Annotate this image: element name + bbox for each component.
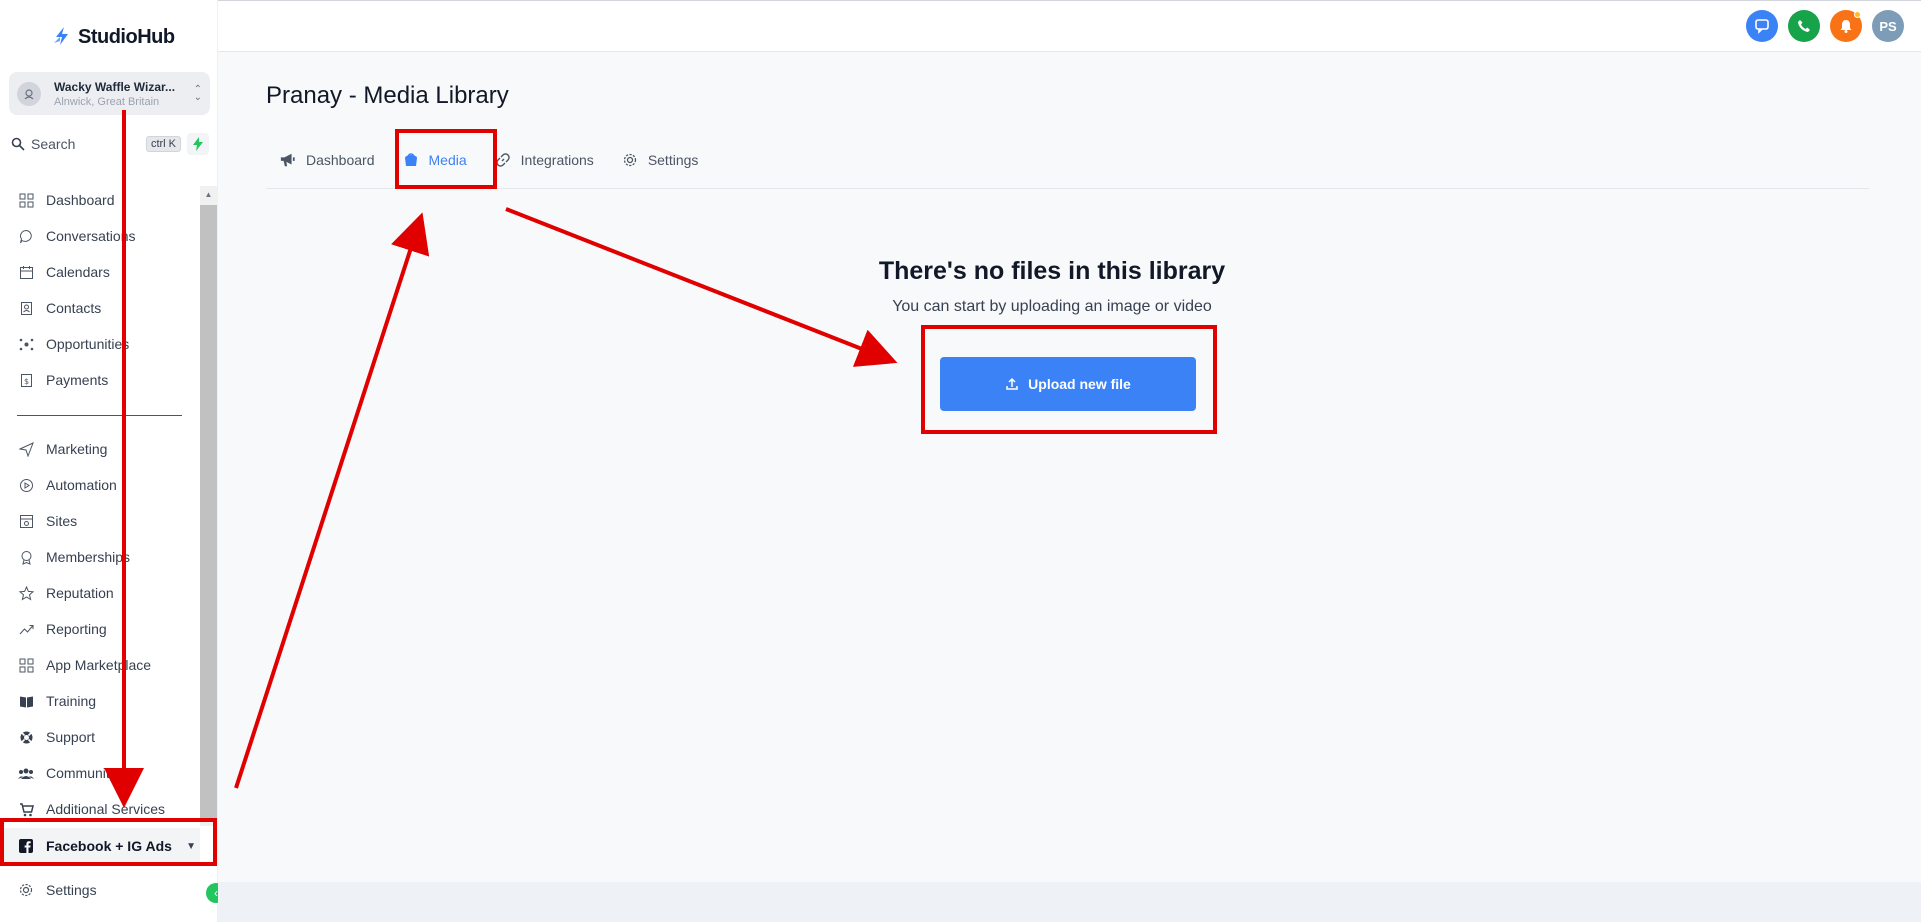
megaphone-icon: [280, 152, 296, 168]
sidebar-scrollbar-thumb[interactable]: [200, 205, 217, 820]
lifebuoy-icon: [18, 729, 34, 745]
empty-state-title: There's no files in this library: [878, 257, 1226, 285]
send-icon: [18, 441, 34, 457]
automation-icon: [18, 477, 34, 493]
brand-logo[interactable]: StudioHub: [52, 22, 175, 52]
link-icon: [495, 152, 511, 168]
main-content: Pranay - Media Library Dashboard Media I…: [218, 52, 1921, 882]
bolt-icon: [193, 137, 203, 151]
upload-new-file-button[interactable]: Upload new file: [940, 357, 1196, 411]
caret-down-icon: ▼: [186, 840, 196, 852]
tab-media[interactable]: Media: [389, 132, 481, 189]
contacts-icon: [18, 300, 34, 316]
location-name: Wacky Waffle Wizar...: [54, 79, 176, 94]
search-bar[interactable]: Search ctrl K: [11, 131, 209, 157]
sidebar-item-community[interactable]: Community: [0, 755, 200, 791]
phone-icon: [1798, 20, 1810, 32]
search-icon: [11, 137, 25, 151]
upload-icon: [1006, 377, 1018, 390]
user-avatar[interactable]: PS: [1872, 10, 1904, 42]
location-switcher[interactable]: Wacky Waffle Wizar... Alnwick, Great Bri…: [9, 72, 210, 115]
sidebar-item-sites[interactable]: Sites: [0, 503, 200, 539]
message-icon: [1755, 19, 1769, 34]
sidebar-nav-top: Dashboard Conversations Calendars Contac…: [0, 182, 200, 398]
sidebar-item-conversations[interactable]: Conversations: [0, 218, 200, 254]
book-icon: [18, 693, 34, 709]
grid-icon: [18, 192, 34, 208]
sidebar-item-contacts[interactable]: Contacts: [0, 290, 200, 326]
sidebar-item-automation[interactable]: Automation: [0, 467, 200, 503]
phone-button[interactable]: [1788, 10, 1820, 42]
brand-name: StudioHub: [78, 25, 175, 48]
sidebar-item-facebook-ig-ads[interactable]: Facebook + IG Ads ▼: [0, 828, 200, 864]
sidebar-item-calendars[interactable]: Calendars: [0, 254, 200, 290]
sidebar-divider: [17, 415, 182, 416]
sidebar-item-training[interactable]: Training: [0, 683, 200, 719]
sidebar-item-dashboard[interactable]: Dashboard: [0, 182, 200, 218]
location-avatar: [17, 81, 41, 106]
gear-icon: [622, 152, 638, 168]
empty-state-subtitle: You can start by uploading an image or v…: [892, 298, 1212, 315]
empty-state: There's no files in this library You can…: [868, 257, 1236, 316]
sidebar-item-reputation[interactable]: Reputation: [0, 575, 200, 611]
location-pin-icon: [24, 88, 34, 99]
tab-settings[interactable]: Settings: [608, 132, 713, 189]
chat-widget-button[interactable]: [1746, 10, 1778, 42]
sidebar-item-additional-services[interactable]: Additional Services: [0, 791, 200, 827]
svg-text:$: $: [23, 377, 28, 386]
sidebar-item-settings[interactable]: Settings: [0, 872, 200, 908]
grid-icon: [18, 657, 34, 673]
tab-integrations[interactable]: Integrations: [481, 132, 608, 189]
bucket-icon: [403, 152, 419, 168]
sidebar-item-memberships[interactable]: Memberships: [0, 539, 200, 575]
star-icon: [18, 585, 34, 601]
quick-actions-button[interactable]: [187, 133, 209, 155]
sidebar-item-support[interactable]: Support: [0, 719, 200, 755]
bell-icon: [1840, 20, 1852, 33]
top-bar: PS: [218, 0, 1921, 52]
notification-dot: [1854, 11, 1861, 18]
badge-icon: [18, 549, 34, 565]
people-icon: [18, 765, 34, 781]
payments-icon: $: [18, 372, 34, 388]
sidebar-item-opportunities[interactable]: Opportunities: [0, 326, 200, 362]
footer-band: [218, 882, 1921, 922]
sidebar-item-marketing[interactable]: Marketing: [0, 431, 200, 467]
page-title: Pranay - Media Library: [266, 82, 509, 109]
location-subtitle: Alnwick, Great Britain: [54, 95, 160, 108]
trend-icon: [18, 621, 34, 637]
top-bar-actions: PS: [1746, 10, 1904, 42]
scroll-up-arrow-icon[interactable]: ▲: [200, 186, 217, 203]
chevron-updown-icon: ⌃ ⌄: [193, 83, 202, 103]
sidebar-nav-bottom: Marketing Automation Sites Memberships R…: [0, 431, 200, 827]
opportunities-icon: [18, 336, 34, 352]
notifications-button[interactable]: [1830, 10, 1862, 42]
tab-dashboard[interactable]: Dashboard: [266, 132, 389, 189]
sidebar-item-reporting[interactable]: Reporting: [0, 611, 200, 647]
chat-icon: [18, 228, 34, 244]
gear-icon: [19, 883, 33, 897]
search-label: Search: [31, 136, 76, 152]
cart-icon: [18, 801, 34, 817]
search-shortcut: ctrl K: [145, 136, 181, 152]
calendar-icon: [18, 264, 34, 280]
media-library-tabs: Dashboard Media Integrations Settings: [266, 132, 1869, 189]
facebook-icon: [19, 839, 33, 853]
sidebar-item-app-marketplace[interactable]: App Marketplace: [0, 647, 200, 683]
sidebar: StudioHub Wacky Waffle Wizar... Alnwick,…: [0, 0, 218, 922]
sidebar-item-payments[interactable]: $ Payments: [0, 362, 200, 398]
sites-icon: [18, 513, 34, 529]
logo-icon: [54, 27, 68, 45]
